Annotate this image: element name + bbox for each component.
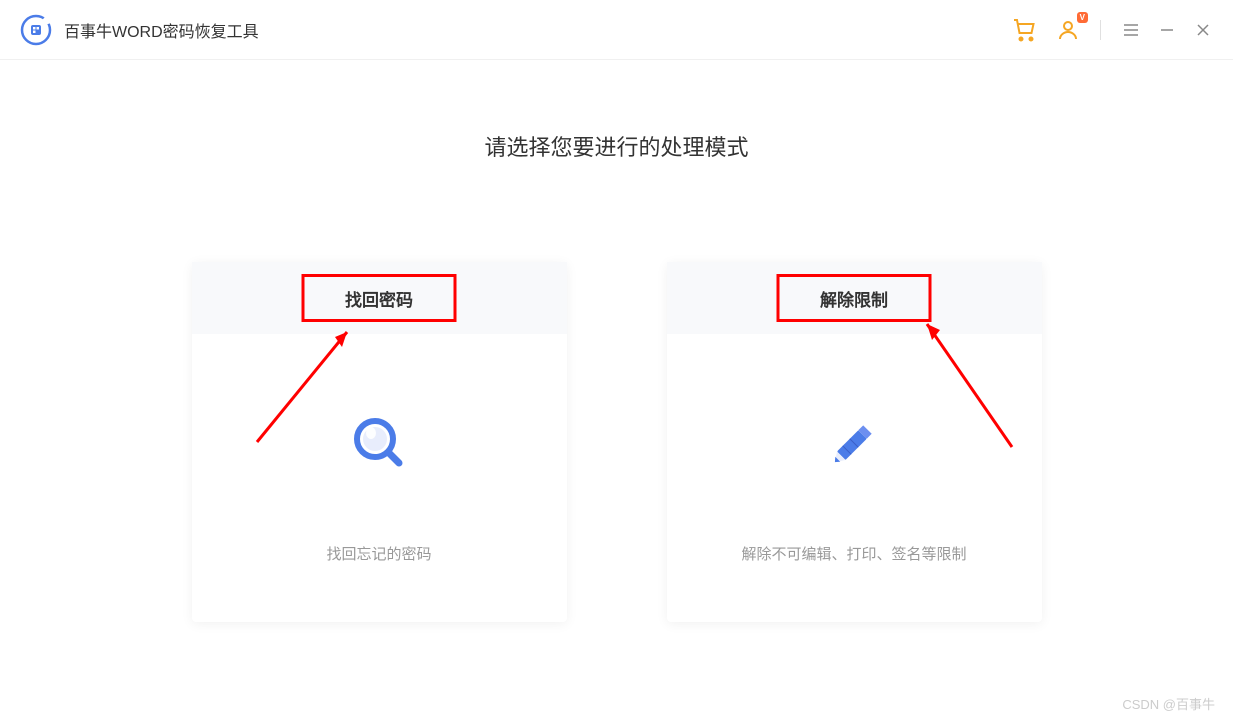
app-logo-icon [20,14,52,46]
card-header: 找回密码 [192,262,567,334]
card-title: 解除限制 [820,286,888,311]
titlebar-left: 百事牛WORD密码恢复工具 [20,14,259,46]
main-content: 请选择您要进行的处理模式 找回密码 找回忘记的密码 [0,60,1233,622]
cards-container: 找回密码 找回忘记的密码 [192,262,1042,622]
watermark: CSDN @百事牛 [1122,694,1215,713]
recover-password-card[interactable]: 找回密码 找回忘记的密码 [192,262,567,622]
page-heading: 请选择您要进行的处理模式 [484,130,748,162]
titlebar-right: V [1012,18,1213,42]
vip-badge: V [1077,12,1088,23]
close-button[interactable] [1193,20,1213,40]
card-body: 找回忘记的密码 [192,334,567,622]
menu-icon[interactable] [1121,20,1141,40]
divider [1100,20,1101,40]
card-body: 解除不可编辑、打印、签名等限制 [667,334,1042,622]
window-controls [1121,20,1213,40]
minimize-button[interactable] [1157,20,1177,40]
remove-restriction-card[interactable]: 解除限制 解除不可编辑、打 [667,262,1042,622]
app-title: 百事牛WORD密码恢复工具 [64,18,259,42]
magnifier-icon [349,413,409,473]
card-header: 解除限制 [667,262,1042,334]
card-description: 解除不可编辑、打印、签名等限制 [741,543,966,564]
card-title: 找回密码 [345,286,413,311]
pencil-icon [824,413,884,473]
cart-icon[interactable] [1012,18,1036,42]
titlebar: 百事牛WORD密码恢复工具 V [0,0,1233,60]
user-icon[interactable]: V [1056,18,1080,42]
card-description: 找回忘记的密码 [326,543,431,564]
